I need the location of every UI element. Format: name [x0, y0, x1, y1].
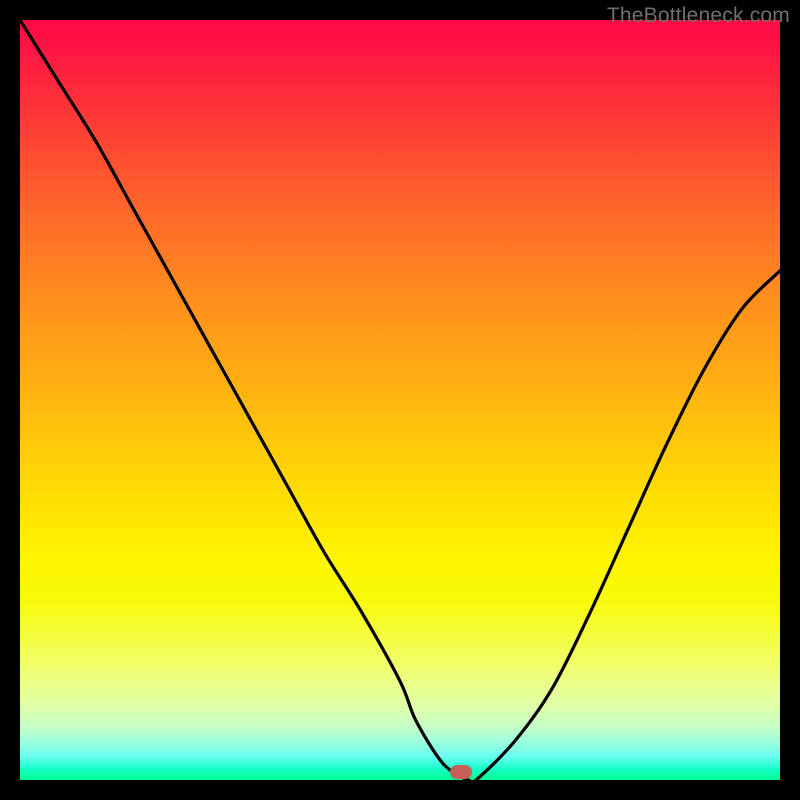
bottleneck-curve — [20, 20, 780, 780]
watermark-text: TheBottleneck.com — [607, 4, 790, 28]
chart-frame: TheBottleneck.com — [0, 0, 800, 800]
optimal-marker — [450, 765, 472, 779]
plot-area — [20, 20, 780, 780]
